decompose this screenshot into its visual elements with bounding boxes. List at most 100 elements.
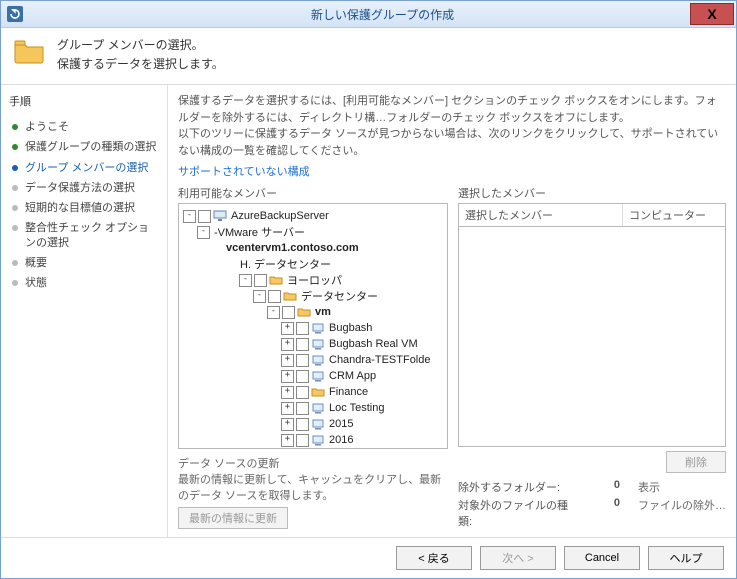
- checkbox[interactable]: [296, 338, 309, 351]
- tree-node-item[interactable]: Bugbash: [329, 322, 372, 334]
- step-bullet-icon: [12, 225, 18, 231]
- tree-node-item[interactable]: Chandra-TESTFolde: [329, 354, 431, 366]
- header-title: グループ メンバーの選択。: [57, 36, 224, 53]
- available-members-tree[interactable]: - AzureBackupServer - -VMware サーバー: [178, 203, 448, 449]
- excluded-types-label: 対象外のファイルの種類:: [458, 497, 582, 529]
- refresh-desc: 最新の情報に更新して、キャッシュをクリアし、最新のデータ ソースを取得します。: [178, 471, 448, 503]
- unsupported-config-link[interactable]: サポートされていない構成: [178, 163, 726, 179]
- expand-toggle[interactable]: -: [239, 274, 252, 287]
- checkbox[interactable]: [296, 418, 309, 431]
- wizard-step: 状態: [5, 273, 163, 293]
- wizard-step[interactable]: 保護グループの種類の選択: [5, 137, 163, 157]
- step-bullet-icon: [12, 185, 18, 191]
- wizard-step[interactable]: グループ メンバーの選択: [5, 158, 163, 178]
- expand-toggle[interactable]: +: [281, 338, 294, 351]
- checkbox[interactable]: [254, 274, 267, 287]
- checkbox[interactable]: [296, 402, 309, 415]
- step-label: 短期的な目標値の選択: [25, 201, 135, 215]
- tree-node-item[interactable]: Bugbash Real VM: [329, 338, 418, 350]
- exclude-summary: 除外するフォルダー: 0 表示 対象外のファイルの種類: 0 ファイルの除外…: [458, 479, 726, 529]
- wizard-step[interactable]: ようこそ: [5, 117, 163, 137]
- step-bullet-icon: [12, 280, 18, 286]
- selected-grid-body[interactable]: [458, 226, 726, 447]
- step-bullet-icon: [12, 124, 18, 130]
- cancel-button[interactable]: Cancel: [564, 546, 640, 570]
- selected-grid-header: 選択したメンバー コンピューター: [458, 203, 726, 226]
- expand-toggle[interactable]: +: [281, 434, 294, 447]
- server-icon: [213, 210, 227, 222]
- tree-node-root[interactable]: AzureBackupServer: [231, 210, 329, 222]
- exclude-files-link[interactable]: ファイルの除外…: [638, 497, 726, 529]
- checkbox[interactable]: [296, 354, 309, 367]
- vm-icon: [311, 434, 325, 446]
- tree-node-item[interactable]: CRM App: [329, 370, 376, 382]
- expand-toggle[interactable]: -: [267, 306, 280, 319]
- wizard-step: 整合性チェック オプションの選択: [5, 218, 163, 253]
- expand-toggle[interactable]: +: [281, 418, 294, 431]
- window-title: 新しい保護グループの作成: [29, 6, 736, 23]
- vm-icon: [311, 338, 325, 350]
- tree-node-vmware[interactable]: -VMware サーバー: [214, 224, 305, 240]
- expand-toggle[interactable]: +: [281, 386, 294, 399]
- expand-toggle[interactable]: -: [183, 210, 196, 223]
- header-subtitle: 保護するデータを選択します。: [57, 55, 224, 72]
- refresh-button[interactable]: 最新の情報に更新: [178, 507, 288, 529]
- step-bullet-icon: [12, 144, 18, 150]
- selected-members-label: 選択したメンバー: [458, 185, 726, 201]
- main-panel: 保護するデータを選択するには、[利用可能なメンバー] セクションのチェック ボッ…: [168, 85, 736, 537]
- tree-node-vcenter[interactable]: vcentervm1.contoso.com: [226, 242, 359, 254]
- vm-icon: [311, 402, 325, 414]
- step-bullet-icon: [12, 165, 18, 171]
- tree-node-europe[interactable]: ヨーロッパ: [287, 272, 342, 288]
- delete-button[interactable]: 削除: [666, 451, 726, 473]
- step-label: 概要: [25, 256, 47, 270]
- step-label: データ保護方法の選択: [25, 181, 135, 195]
- checkbox[interactable]: [296, 370, 309, 383]
- expand-toggle[interactable]: +: [281, 354, 294, 367]
- close-button[interactable]: X: [690, 3, 734, 25]
- expand-toggle[interactable]: -: [253, 290, 266, 303]
- checkbox[interactable]: [198, 210, 211, 223]
- expand-toggle[interactable]: -: [197, 226, 210, 239]
- tree-node-item[interactable]: 2016: [329, 434, 353, 446]
- excluded-types-count: 0: [600, 497, 620, 529]
- step-label: 整合性チェック オプションの選択: [25, 221, 159, 250]
- expand-toggle[interactable]: +: [281, 402, 294, 415]
- expand-toggle[interactable]: +: [281, 370, 294, 383]
- step-bullet-icon: [12, 260, 18, 266]
- tree-node-dc[interactable]: データセンター: [301, 288, 378, 304]
- expand-toggle[interactable]: +: [281, 322, 294, 335]
- wizard-step: 概要: [5, 253, 163, 273]
- checkbox[interactable]: [296, 434, 309, 447]
- tree-node-item[interactable]: Finance: [329, 386, 368, 398]
- refresh-section: データ ソースの更新 最新の情報に更新して、キャッシュをクリアし、最新のデータ …: [178, 455, 448, 529]
- title-bar: 新しい保護グループの作成 X: [1, 1, 736, 28]
- checkbox[interactable]: [296, 386, 309, 399]
- tree-node-item[interactable]: 2015: [329, 418, 353, 430]
- view-excluded-link[interactable]: 表示: [638, 479, 726, 495]
- folder-icon: [311, 386, 325, 398]
- vm-icon: [311, 418, 325, 430]
- checkbox[interactable]: [282, 306, 295, 319]
- col-selected-member[interactable]: 選択したメンバー: [459, 204, 623, 226]
- instruction-text-1: 保護するデータを選択するには、[利用可能なメンバー] セクションのチェック ボッ…: [178, 93, 726, 126]
- step-label: 保護グループの種類の選択: [25, 140, 156, 154]
- vm-icon: [311, 370, 325, 382]
- folder-icon: [269, 274, 283, 286]
- tree-node-vm[interactable]: vm: [315, 306, 331, 318]
- checkbox[interactable]: [268, 290, 281, 303]
- tree-node-dc-parent[interactable]: H. データセンター: [240, 256, 331, 272]
- wizard-step: 短期的な目標値の選択: [5, 198, 163, 218]
- col-computer[interactable]: コンピューター: [623, 204, 725, 226]
- tree-node-item[interactable]: Loc Testing: [329, 402, 384, 414]
- wizard-footer: < 戻る 次へ > Cancel ヘルプ: [1, 537, 736, 578]
- app-icon: [7, 6, 23, 22]
- back-button[interactable]: < 戻る: [396, 546, 472, 570]
- vm-icon: [311, 322, 325, 334]
- next-button[interactable]: 次へ >: [480, 546, 556, 570]
- step-bullet-icon: [12, 205, 18, 211]
- help-button[interactable]: ヘルプ: [648, 546, 724, 570]
- folder-icon: [13, 38, 45, 64]
- checkbox[interactable]: [296, 322, 309, 335]
- refresh-title: データ ソースの更新: [178, 455, 448, 471]
